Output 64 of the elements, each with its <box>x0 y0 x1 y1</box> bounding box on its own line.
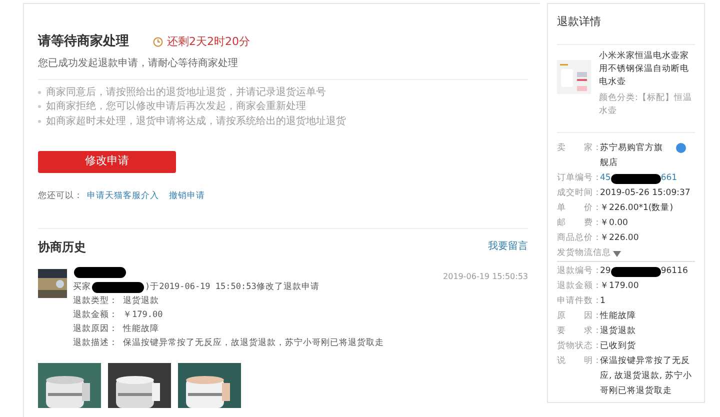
details-title: 退款详情 <box>557 14 601 30</box>
entry-message: )于2019-06-19 15:50:53修改了退款申请 <box>145 281 320 294</box>
clock-icon <box>153 37 163 47</box>
action-link[interactable]: 撤销申请 <box>169 190 205 203</box>
field-label: 订单编号： <box>557 172 600 185</box>
field-value: 45 <box>600 172 611 185</box>
field-label: 说 明： <box>557 355 600 368</box>
field-label: 单 价： <box>557 202 600 215</box>
field-label: 退款类型： <box>73 295 119 308</box>
product-variant: 颜色分类:【标配】恒温水壶 <box>599 92 693 118</box>
countdown-text: 还剩2天2时20分 <box>167 34 250 50</box>
field-value: 已收到货 <box>600 340 636 353</box>
field-value: 96116 <box>660 265 688 278</box>
redaction-mark <box>610 174 661 184</box>
modify-request-button[interactable]: 修改申请 <box>38 150 176 172</box>
field-value: ￥179.00 <box>600 280 639 293</box>
field-value: 1 <box>600 295 606 308</box>
field-value: ￥0.00 <box>600 217 628 230</box>
leave-message-link[interactable]: 我要留言 <box>488 239 528 254</box>
field-value: 性能故障 <box>600 310 636 323</box>
field-label: 货物状态： <box>557 340 600 353</box>
history-title: 协商历史 <box>38 238 86 256</box>
field-label: 退款原因： <box>73 323 119 336</box>
field-label: 原 因： <box>557 310 600 323</box>
field-label: 邮 费： <box>557 217 600 230</box>
action-link[interactable]: 申请天猫客服介入 <box>87 190 159 203</box>
bullet-icon <box>38 90 41 94</box>
field-value: 退货退款 <box>600 325 636 338</box>
field-label: 卖 家： <box>557 142 600 155</box>
seller-name[interactable]: 苏宁易购官方旗舰店 <box>600 141 670 171</box>
redaction-mark <box>92 282 144 293</box>
bullet-icon <box>38 120 41 123</box>
field-value: ￥226.00 <box>600 232 639 245</box>
field-label: 商品总价： <box>557 232 600 245</box>
field-label: 申请件数： <box>557 295 600 308</box>
field-value: ￥226.00*1(数量) <box>600 202 674 215</box>
field-value: 保温按键异常按了无反应，故退货退款，苏宁小哥刚已将退货取走 <box>123 337 384 350</box>
tip-text: 商家同意后，请按照给出的退货地址退货，并请记录退货运单号 <box>46 86 326 100</box>
field-value: 性能故障 <box>123 323 159 336</box>
field-label: 退款金额： <box>557 280 600 293</box>
bullet-icon <box>38 105 41 108</box>
tip-text: 如商家超时未处理，退货申请将达成，请按系统给出的退货地址退货 <box>46 114 346 129</box>
actions-label: 您还可以： <box>38 190 83 203</box>
product-name[interactable]: 小米米家恒温电水壶家用不锈钢保温自动断电电水壶 <box>599 50 695 89</box>
field-label: 成交时间： <box>557 186 600 200</box>
field-value: 661 <box>660 172 678 185</box>
field-value: 退货退款 <box>123 295 159 308</box>
tip-text: 如商家拒绝，您可以修改申请后再次发起，商家会重新处理 <box>46 100 306 114</box>
field-value: 2019-05-26 15:09:37 <box>600 187 690 200</box>
field-value: 保温按键异常按了无反应, 故退货退款, 苏宁小哥刚已将退货取走 <box>600 355 693 398</box>
field-label: 要 求： <box>557 325 600 338</box>
field-value: ￥179.00 <box>123 309 163 322</box>
field-value: 29 <box>600 265 611 278</box>
chat-badge-icon[interactable] <box>676 143 686 153</box>
redaction-mark <box>74 266 126 278</box>
logistics-toggle[interactable]: 发货物流信息 <box>557 246 695 262</box>
field-label: 退款金额： <box>73 309 119 322</box>
entry-time: 2019-06-19 15:50:53 <box>443 270 528 280</box>
status-title: 请等待商家处理 <box>38 32 129 52</box>
field-label: 退款编号： <box>557 265 600 278</box>
redaction-mark <box>610 266 661 276</box>
field-label: 退款描述： <box>73 337 119 350</box>
buyer-label: 买家 <box>73 281 91 294</box>
status-subtitle: 您已成功发起退款申请，请耐心等待商家处理 <box>38 56 238 71</box>
